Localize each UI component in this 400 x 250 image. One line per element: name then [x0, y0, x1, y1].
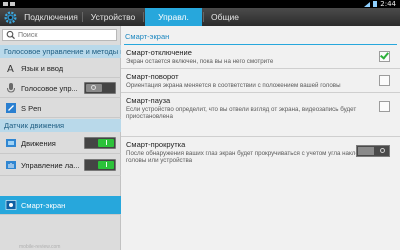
settings-sidebar: Поиск Голосовое управление и методы в...…: [0, 26, 128, 250]
toggle-on-icon: [106, 140, 107, 145]
settings-tab-bar: Подключения Устройство Управл. Общие: [0, 8, 400, 26]
option-smart-stay[interactable]: Смарт-отключение Экран остается включен,…: [121, 45, 400, 69]
tab-divider: [82, 12, 83, 22]
option-title: Смарт-отключение: [126, 48, 192, 57]
smart-pause-checkbox[interactable]: [379, 101, 390, 112]
option-smart-pause[interactable]: Смарт-пауза Если устройство определит, ч…: [121, 93, 400, 137]
sidebar-item-label: Язык и ввод: [21, 63, 64, 73]
smart-scroll-toggle[interactable]: [356, 145, 390, 157]
section-header-voice-input: Голосовое управление и методы в...: [0, 45, 121, 58]
palm-motion-icon: [6, 161, 16, 169]
option-description: Экран остается включен, пока вы на него …: [126, 58, 274, 65]
page-title: Смарт-экран: [125, 32, 170, 41]
toggle-on-icon: [106, 162, 107, 167]
tab-controls[interactable]: Управл.: [145, 8, 202, 26]
sidebar-item-motion[interactable]: Движения: [0, 133, 121, 154]
settings-gear-icon[interactable]: [3, 10, 18, 25]
sidebar-item-voice-control[interactable]: Голосовое упр...: [0, 79, 121, 98]
option-smart-scroll[interactable]: Смарт-прокрутка После обнаружения ваших …: [121, 137, 400, 167]
status-time: 2:44: [380, 0, 396, 8]
motion-toggle[interactable]: [84, 137, 116, 149]
tab-divider: [203, 12, 204, 22]
sidebar-item-label: Голосовое упр...: [21, 83, 78, 93]
s-pen-icon: [6, 103, 16, 113]
tab-device[interactable]: Устройство: [84, 8, 142, 26]
sidebar-item-language-input[interactable]: A Язык и ввод: [0, 59, 121, 78]
sidebar-item-label: Движения: [21, 138, 56, 148]
voice-control-icon: [7, 83, 15, 93]
watermark: mobile-review.com: [19, 244, 61, 250]
section-header-motion: Датчик движения: [0, 119, 121, 132]
search-placeholder: Поиск: [18, 31, 38, 39]
search-icon: [6, 30, 15, 40]
sidebar-item-label: Смарт-экран: [21, 200, 66, 210]
wifi-signal-icon: [364, 1, 371, 7]
palm-motion-toggle[interactable]: [84, 159, 116, 171]
notification-icon: [10, 2, 15, 6]
option-title: Смарт-прокрутка: [126, 140, 186, 149]
smart-screen-icon: [5, 200, 17, 210]
voice-control-toggle[interactable]: [84, 82, 116, 94]
checkmark-icon: [380, 50, 389, 60]
sidebar-item-palm-motion[interactable]: Управление ла...: [0, 155, 121, 176]
option-description: Если устройство определит, что вы отвели…: [126, 106, 357, 121]
motion-icon: [6, 139, 16, 147]
tab-divider: [143, 12, 144, 22]
smart-screen-panel: Смарт-экран Смарт-отключение Экран остае…: [121, 26, 400, 250]
toggle-off-icon: [380, 148, 385, 153]
sidebar-item-label: S Pen: [21, 103, 42, 113]
option-smart-rotation[interactable]: Смарт-поворот Ориентация экрана меняется…: [121, 69, 400, 93]
sidebar-item-s-pen[interactable]: S Pen: [0, 99, 121, 118]
smart-rotation-checkbox[interactable]: [379, 75, 390, 86]
smart-stay-checkbox[interactable]: [379, 50, 390, 62]
keyboard-language-icon: A: [7, 64, 14, 74]
sidebar-item-label: Управление ла...: [21, 160, 80, 170]
notification-icon: [3, 2, 8, 6]
search-input[interactable]: Поиск: [2, 29, 117, 41]
battery-icon: [373, 1, 378, 7]
sidebar-item-smart-screen[interactable]: Смарт-экран: [0, 196, 128, 217]
toggle-off-icon: [91, 85, 96, 90]
tab-general[interactable]: Общие: [205, 8, 245, 26]
option-title: Смарт-пауза: [126, 96, 171, 105]
toggle-knob: [358, 147, 374, 155]
tab-connections[interactable]: Подключения: [22, 8, 80, 26]
status-bar: 2:44: [0, 0, 400, 8]
option-title: Смарт-поворот: [126, 72, 179, 81]
svg-text:A: A: [7, 64, 14, 74]
option-description: Ориентация экрана меняется в соответстви…: [126, 82, 341, 89]
notification-icons: [3, 0, 15, 8]
option-description: После обнаружения ваших глаз экран будет…: [126, 150, 366, 165]
